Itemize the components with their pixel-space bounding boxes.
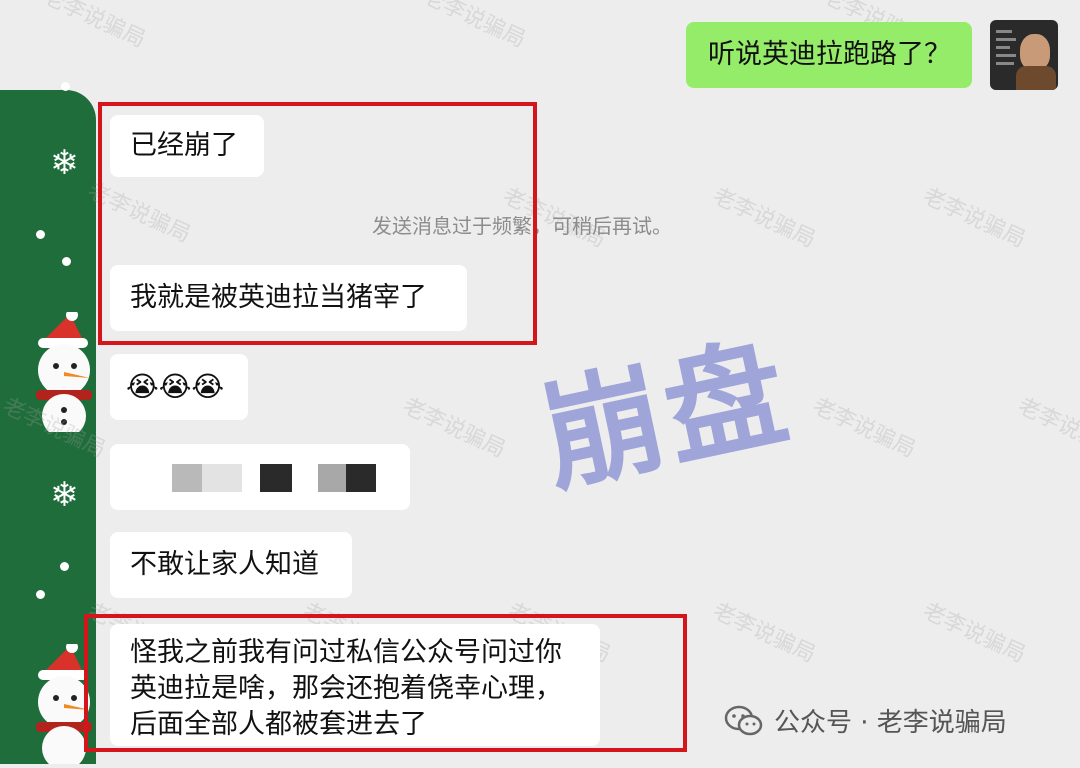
watermark: 老李说骗局 bbox=[808, 393, 920, 463]
snow-dot bbox=[61, 82, 70, 91]
censor-block bbox=[318, 464, 346, 492]
emoji-message: 😭😭😭 bbox=[126, 370, 225, 403]
censor-block bbox=[172, 464, 202, 492]
censor-block bbox=[346, 464, 376, 492]
snow-dot bbox=[36, 590, 45, 599]
watermark: 老李说骗局 bbox=[708, 598, 820, 668]
watermark: 老李说骗局 bbox=[918, 598, 1030, 668]
sent-message-bubble[interactable]: 听说英迪拉跑路了？ bbox=[686, 22, 972, 88]
watermark: 老李说骗局 bbox=[398, 393, 510, 463]
censor-block bbox=[202, 464, 242, 492]
self-avatar[interactable] bbox=[990, 20, 1058, 90]
watermark: 老李说骗局 bbox=[38, 0, 150, 53]
account-footer: 公众号 · 老李说骗局 bbox=[724, 702, 1007, 739]
censored-message-bubble[interactable] bbox=[110, 444, 410, 510]
snowflake-icon: ❄ bbox=[50, 143, 79, 183]
message-bubble[interactable]: 😭😭😭 bbox=[110, 354, 248, 420]
snowflake-icon: ❄ bbox=[50, 475, 79, 515]
watermark: 老李说骗局 bbox=[708, 183, 820, 253]
message-text: 不敢让家人知道 bbox=[130, 549, 319, 580]
watermark: 老李说骗局 bbox=[418, 0, 530, 53]
highlight-box bbox=[98, 102, 537, 345]
watermark: 老李说骗局 bbox=[918, 183, 1030, 253]
message-bubble[interactable]: 不敢让家人知道 bbox=[110, 532, 352, 598]
censor-block bbox=[260, 464, 292, 492]
wechat-icon bbox=[724, 705, 763, 735]
snow-dot bbox=[62, 257, 71, 266]
snow-dot bbox=[36, 230, 45, 239]
snow-dot bbox=[60, 562, 69, 571]
highlight-box bbox=[84, 614, 687, 752]
sent-message-text: 听说英迪拉跑路了？ bbox=[708, 39, 951, 70]
collapse-stamp: 崩盘 bbox=[530, 322, 803, 511]
watermark: 老李说骗局 bbox=[1013, 393, 1080, 463]
account-name: 公众号 · 老李说骗局 bbox=[774, 708, 1007, 738]
